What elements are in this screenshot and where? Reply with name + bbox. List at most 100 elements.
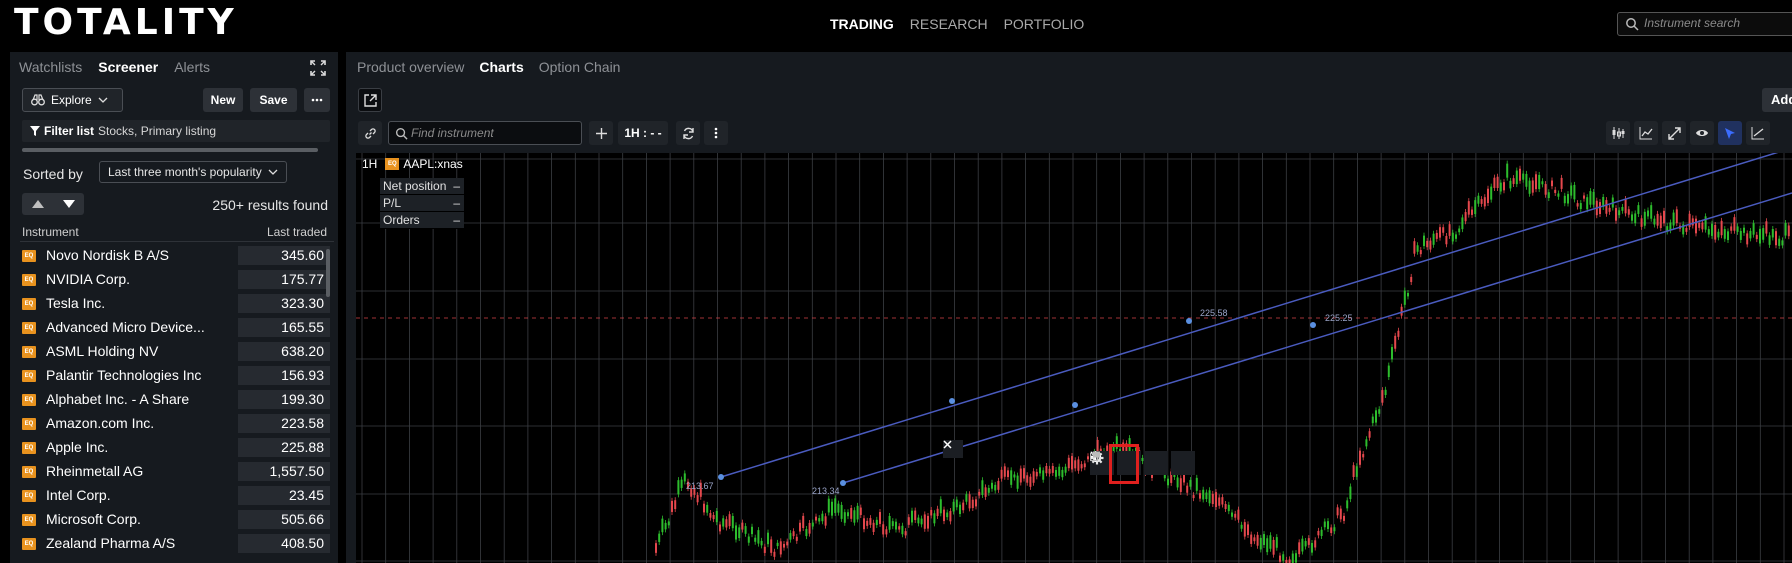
- find-instrument-input[interactable]: [411, 126, 571, 140]
- clone-drawing-button[interactable]: [1090, 451, 1195, 475]
- nav-portfolio[interactable]: PORTFOLIO: [1004, 16, 1085, 32]
- candle-body: [1333, 527, 1336, 532]
- candle-body: [1480, 199, 1483, 204]
- tab-charts[interactable]: Charts: [479, 59, 523, 75]
- candle-body: [1570, 185, 1573, 196]
- add-button[interactable]: Add: [1762, 88, 1792, 112]
- column-last-traded[interactable]: Last traded: [267, 225, 327, 239]
- candle-body: [1455, 234, 1457, 239]
- refresh-button[interactable]: [676, 121, 700, 145]
- candle-body: [1295, 553, 1297, 563]
- timeframe-selector[interactable]: 1H : - -: [618, 121, 668, 145]
- candle-body: [677, 480, 680, 495]
- list-item[interactable]: EQ Advanced Micro Device... 165.55: [20, 316, 334, 340]
- list-scrollbar[interactable]: [326, 249, 330, 297]
- list-item[interactable]: EQ Apple Inc. 225.88: [20, 436, 334, 460]
- more-options-button[interactable]: [304, 88, 330, 112]
- candle-body: [1787, 225, 1790, 237]
- candle-body: [917, 517, 920, 524]
- candle-body: [1359, 450, 1361, 465]
- trendline-handle: [949, 398, 955, 404]
- indicators-button[interactable]: [1634, 121, 1658, 145]
- list-item[interactable]: EQ Intel Corp. 23.45: [20, 484, 334, 508]
- candle-body: [1624, 199, 1627, 214]
- list-item[interactable]: EQ Tesla Inc. 323.30: [20, 292, 334, 316]
- last-traded-price: 638.20: [238, 342, 330, 361]
- pl-row: P/L –: [380, 195, 464, 212]
- candle-body: [1189, 479, 1192, 487]
- candle-body: [1432, 233, 1435, 245]
- explore-dropdown[interactable]: Explore: [22, 88, 123, 112]
- sort-descending-button[interactable]: [53, 193, 84, 215]
- candle-body: [1087, 456, 1089, 460]
- candle-body: [1637, 205, 1640, 214]
- list-item[interactable]: EQ NVIDIA Corp. 175.77: [20, 268, 334, 292]
- candle-body: [1471, 209, 1473, 215]
- fullscreen-button[interactable]: [1662, 121, 1686, 145]
- candle-body: [1586, 197, 1589, 210]
- tab-alerts[interactable]: Alerts: [174, 59, 210, 75]
- filter-value: Stocks, Primary listing: [98, 124, 217, 138]
- filter-list[interactable]: Filter list Stocks, Primary listing: [22, 120, 330, 142]
- list-item[interactable]: EQ Amazon.com Inc. 223.58: [20, 412, 334, 436]
- sort-direction: [22, 193, 84, 215]
- nav-trading[interactable]: TRADING: [830, 16, 894, 32]
- cursor-tool-button[interactable]: [1718, 121, 1742, 145]
- trendline-icon: [1751, 127, 1764, 140]
- candle-body: [738, 527, 741, 539]
- drawing-tool-button[interactable]: [1746, 121, 1770, 145]
- list-item[interactable]: EQ Rheinmetall AG 1,557.50: [20, 460, 334, 484]
- candle-body: [1323, 521, 1326, 528]
- candle-body: [1007, 470, 1009, 478]
- link-button[interactable]: [358, 121, 382, 145]
- instrument-search[interactable]: [1617, 12, 1792, 36]
- price-chart[interactable]: 1H EQ AAPL:xnas Net position – P/L – Order…: [356, 153, 1792, 563]
- instrument-name: Alphabet Inc. - A Share: [46, 391, 190, 407]
- candle-body: [1720, 220, 1723, 236]
- candle-body: [1631, 214, 1633, 221]
- candle-body: [1013, 474, 1016, 478]
- tab-watchlists[interactable]: Watchlists: [19, 59, 82, 75]
- candle-body: [1250, 534, 1253, 544]
- save-button[interactable]: Save: [250, 88, 297, 112]
- tab-option-chain[interactable]: Option Chain: [539, 59, 621, 75]
- nav-research[interactable]: RESEARCH: [910, 16, 988, 32]
- tab-screener[interactable]: Screener: [98, 59, 158, 75]
- instrument-name: Advanced Micro Device...: [46, 319, 205, 335]
- candle-body: [927, 515, 929, 529]
- trendline-handle: [1186, 318, 1192, 324]
- delete-line-button[interactable]: [943, 440, 963, 458]
- add-drawing-button[interactable]: [1090, 451, 1168, 475]
- expand-arrows-icon: [1667, 126, 1681, 140]
- list-item[interactable]: EQ Alphabet Inc. - A Share 199.30: [20, 388, 334, 412]
- expand-icon[interactable]: [310, 60, 326, 76]
- candle-type-button[interactable]: [1606, 121, 1630, 145]
- chart-menu-button[interactable]: [704, 121, 728, 145]
- equity-badge: EQ: [22, 346, 36, 358]
- link-icon: [364, 127, 376, 139]
- list-item[interactable]: EQ ASML Holding NV 638.20: [20, 340, 334, 364]
- tab-product-overview[interactable]: Product overview: [357, 59, 464, 75]
- candle-body: [1538, 174, 1541, 190]
- list-item[interactable]: EQ Microsoft Corp. 505.66: [20, 508, 334, 532]
- list-item[interactable]: EQ Zealand Pharma A/S 408.50: [20, 532, 334, 556]
- candle-body: [751, 526, 753, 535]
- candlestick-chart[interactable]: [356, 153, 1792, 563]
- candle-body: [1247, 524, 1249, 536]
- sort-ascending-button[interactable]: [22, 193, 53, 215]
- filter-scrollbar[interactable]: [22, 148, 318, 152]
- candle-body: [1778, 238, 1781, 246]
- add-comparison-button[interactable]: [589, 121, 613, 145]
- popout-button[interactable]: [358, 88, 382, 112]
- sort-dropdown[interactable]: Last three month's popularity: [99, 161, 287, 183]
- candle-body: [898, 526, 901, 530]
- search-input[interactable]: [1644, 16, 1792, 30]
- ticker-tag[interactable]: EQ AAPL:xnas: [385, 157, 463, 171]
- new-button[interactable]: New: [203, 88, 243, 112]
- find-instrument-field[interactable]: [388, 121, 582, 145]
- visibility-button[interactable]: [1690, 121, 1714, 145]
- list-item[interactable]: EQ Palantir Technologies Inc 156.93: [20, 364, 334, 388]
- trendline-lower: [842, 192, 1792, 484]
- column-instrument[interactable]: Instrument: [22, 225, 79, 239]
- list-item[interactable]: EQ Novo Nordisk B A/S 345.60: [20, 244, 334, 268]
